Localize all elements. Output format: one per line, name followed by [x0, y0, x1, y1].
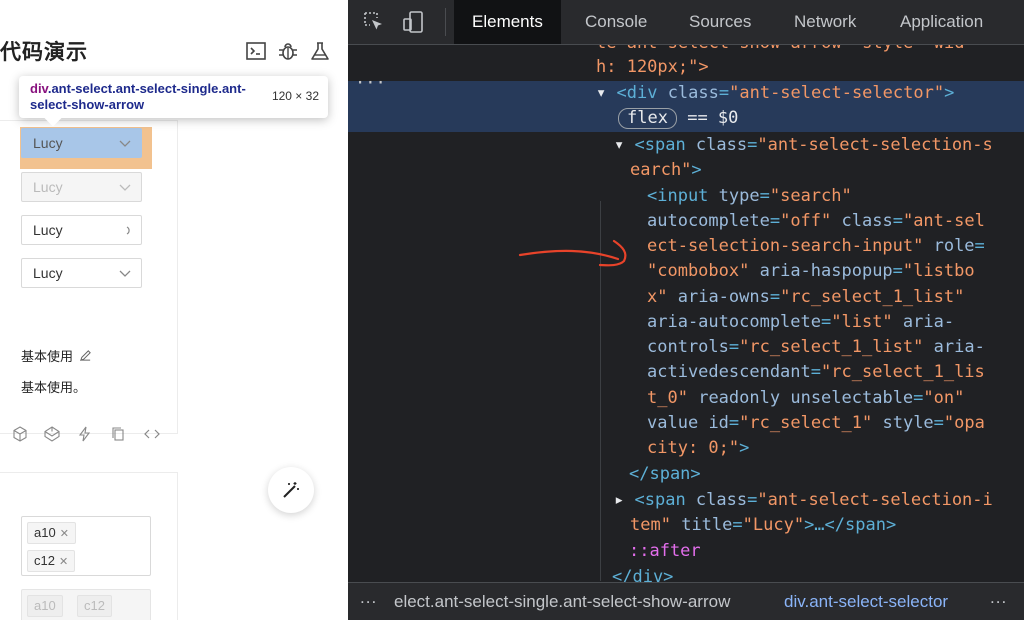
bug-icon[interactable]	[277, 40, 299, 62]
tab-application[interactable]: Application	[900, 0, 983, 44]
device-toolbar-icon[interactable]	[402, 10, 426, 34]
code-expand-icon[interactable]	[144, 426, 160, 442]
tag-label: a10	[34, 525, 56, 540]
section-title: 基本使用	[21, 346, 92, 365]
dom-line[interactable]: <input type="search"	[647, 184, 852, 209]
select-value: Lucy	[33, 179, 63, 195]
dom-line[interactable]: </span>	[629, 462, 701, 487]
tooltip-size: 120 × 32	[271, 89, 319, 103]
magic-wand-icon	[283, 482, 299, 498]
dom-line: t_0" readonly unselectable="on"	[647, 388, 965, 408]
dom-line: autocomplete="off" class="ant-sel	[647, 211, 985, 231]
section-title-text: 基本使用	[21, 350, 74, 365]
dom-line-selected[interactable]: ▾ <div class="ant-select-selector">	[596, 81, 954, 106]
dom-line-pseudo[interactable]: ::after	[629, 539, 701, 564]
flex-badge[interactable]: flex	[618, 108, 677, 129]
select-value: Lucy	[33, 135, 63, 151]
dom-line-badge: flex == $0	[618, 106, 738, 131]
codesandbox-icon[interactable]	[12, 426, 28, 442]
devtools-panel: Elements Console Sources Network Applica…	[348, 0, 1024, 620]
tab-console[interactable]: Console	[585, 0, 647, 44]
tooltip-selector: div.ant-select.ant-select-single.ant-sel…	[30, 81, 266, 113]
dom-line: earch">	[630, 160, 702, 180]
tooltip-tag: div	[30, 81, 48, 96]
dom-line: tem" title="Lucy">…</span>	[630, 515, 897, 535]
dom-line[interactable]: ▾ <span class="ant-select-selection-s	[614, 133, 993, 158]
toolbar-divider	[445, 8, 446, 36]
tag-label: c12	[34, 553, 55, 568]
multi-select-disabled: a10 c12	[21, 589, 151, 620]
dom-line: city: 0;">	[647, 438, 750, 458]
select-value: Lucy	[33, 265, 63, 281]
dom-line: ect-selection-search-input" role=	[647, 236, 985, 256]
section-description: 基本使用。	[21, 381, 87, 396]
breadcrumb-bar: ... elect.ant-select-single.ant-select-s…	[348, 582, 1024, 620]
chevron-down-icon	[119, 140, 131, 147]
devtools-toolbar: Elements Console Sources Network Applica…	[348, 0, 1024, 45]
select-tag: a10 ✕	[27, 522, 76, 544]
select-value: Lucy	[33, 222, 63, 238]
select-tag: c12	[77, 595, 112, 617]
chevron-down-icon	[119, 270, 131, 277]
select-disabled: Lucy	[21, 172, 142, 202]
select-normal[interactable]: Lucy	[21, 258, 142, 288]
dom-line: "combobox" aria-haspopup="listbo	[647, 261, 975, 281]
breadcrumb-overflow[interactable]: ...	[360, 588, 377, 608]
docs-page: 代码演示 Lucy Lucy Lucy Lucy div.ant-select.…	[0, 0, 348, 620]
tag-close-icon[interactable]: ✕	[60, 528, 69, 540]
terminal-icon[interactable]	[245, 40, 267, 62]
dom-line: x" aria-owns="rc_select_1_list"	[647, 287, 965, 307]
tag-close-icon[interactable]: ✕	[59, 556, 68, 568]
codepen-icon[interactable]	[44, 426, 60, 442]
node-actions-ellipsis[interactable]: ···	[355, 71, 386, 96]
tooltip-classes: .ant-select.ant-select-single.ant-select…	[30, 81, 246, 112]
select-tag: c12 ✕	[27, 550, 76, 572]
code-demo-title: 代码演示	[0, 40, 88, 64]
copy-icon[interactable]	[110, 426, 126, 442]
dom-line: value id="rc_select_1" style="opa	[647, 413, 985, 433]
dom-line[interactable]: ▸ <span class="ant-select-selection-i	[614, 488, 993, 513]
tab-sources[interactable]: Sources	[689, 0, 751, 44]
breadcrumb-item[interactable]: elect.ant-select-single.ant-select-show-…	[394, 592, 730, 612]
chevron-down-icon	[119, 184, 131, 191]
dom-tree: ··· te"ant-select-show-arrow" style="wid…	[348, 45, 1024, 582]
inspect-element-icon[interactable]	[362, 10, 386, 34]
select-tag: a10	[27, 595, 63, 617]
dom-line: aria-autocomplete="list" aria-	[647, 312, 955, 332]
dom-line[interactable]: </div>	[612, 565, 673, 582]
select-basic[interactable]: Lucy	[21, 128, 142, 158]
annotation-arrow	[518, 239, 627, 267]
dom-line: activedescendant="rc_select_1_lis	[647, 362, 985, 382]
edit-icon[interactable]	[79, 349, 92, 362]
tab-network[interactable]: Network	[794, 0, 856, 44]
lightning-icon[interactable]	[77, 426, 93, 442]
dom-line: controls="rc_select_1_list" aria-	[647, 337, 985, 357]
theme-toggle-fab[interactable]	[268, 467, 314, 513]
tab-elements[interactable]: Elements	[454, 0, 561, 44]
breadcrumb-overflow-end[interactable]: ...	[990, 588, 1007, 608]
multi-select[interactable]: a10 ✕ c12 ✕	[21, 516, 151, 576]
loading-icon	[126, 226, 130, 235]
flask-icon[interactable]	[309, 40, 331, 62]
inspect-tooltip: div.ant-select.ant-select-single.ant-sel…	[19, 76, 328, 127]
dom-line: h: 120px;">	[596, 57, 709, 77]
select-loading[interactable]: Lucy	[21, 215, 142, 245]
breadcrumb-item-active[interactable]: div.ant-select-selector	[784, 592, 948, 612]
